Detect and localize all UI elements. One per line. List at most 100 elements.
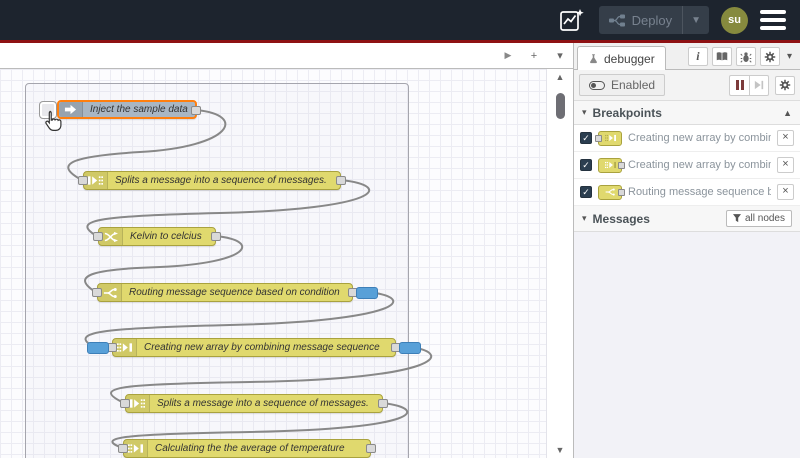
breakpoint-row[interactable]: Routing message sequence based on condit… (574, 179, 800, 206)
remove-breakpoint-button[interactable] (777, 184, 794, 200)
output-port[interactable] (211, 232, 221, 241)
breakpoint-checkbox[interactable] (580, 132, 592, 144)
breakpoint-label: Creating new array by combining message … (628, 159, 771, 171)
assistant-button[interactable] (557, 6, 587, 34)
debugger-controls: Enabled (574, 70, 800, 101)
breakpoint-checkbox[interactable] (580, 159, 592, 171)
breakpoints-section-header[interactable]: ▾ Breakpoints ▲ (574, 101, 800, 125)
messages-title: Messages (592, 211, 650, 226)
avatar-initials: su (728, 14, 741, 26)
gear-icon (764, 51, 776, 62)
input-port[interactable] (118, 444, 128, 453)
deploy-button[interactable]: Deploy ▼ (598, 6, 709, 34)
scrollbar-thumb[interactable] (556, 93, 565, 119)
input-port[interactable] (120, 399, 130, 408)
output-port[interactable] (191, 106, 201, 115)
node-switch[interactable]: Routing message sequence based on condit… (92, 283, 378, 302)
node-inject[interactable]: Inject the sample data (57, 100, 201, 119)
sidebar-tab-list-icon[interactable]: ▾ (784, 51, 795, 62)
switch-node-output-icon (598, 184, 625, 200)
funnel-icon (732, 214, 741, 223)
breakpoint-label: Routing message sequence based on condit… (628, 186, 771, 198)
node-label: Calculating the the average of temperatu… (155, 443, 345, 454)
input-port[interactable] (78, 176, 88, 185)
header-bar: Deploy ▼ su (0, 0, 800, 40)
flow-editor: ▶ + ▾ Inject the sample data Splits a me… (0, 43, 573, 458)
messages-section-header[interactable]: ▾ Messages all nodes (574, 206, 800, 232)
tab-label: debugger (604, 51, 655, 66)
canvas-vertical-scrollbar[interactable]: ▲ ▼ (546, 69, 573, 458)
deploy-main[interactable]: Deploy (599, 13, 682, 28)
enabled-label: Enabled (611, 78, 656, 92)
node-red-app: Deploy ▼ su ▶ + ▾ Inject the sample data… (0, 0, 800, 458)
workspace-canvas[interactable]: Inject the sample data Splits a message … (0, 69, 546, 458)
config-tab-button[interactable] (759, 47, 780, 66)
breakpoints-title: Breakpoints (592, 105, 662, 120)
main-menu-icon[interactable] (760, 10, 786, 30)
book-icon (716, 52, 728, 61)
info-tab-button[interactable]: i (687, 47, 708, 66)
node-split-1[interactable]: Splits a message into a sequence of mess… (78, 171, 346, 190)
node-label: Inject the sample data (90, 104, 188, 115)
debugger-enabled-toggle[interactable]: Enabled (579, 74, 666, 96)
chevron-down-icon: ▾ (582, 107, 587, 117)
help-tab-button[interactable] (711, 47, 732, 66)
node-label: Splits a message into a sequence of mess… (115, 175, 327, 186)
breakpoint-row[interactable]: Creating new array by combining message … (574, 152, 800, 179)
breakpoint-label: Creating new array by combining message … (628, 132, 771, 144)
add-flow-button[interactable]: + (521, 43, 547, 68)
deploy-options-caret[interactable]: ▼ (682, 6, 709, 34)
tab-scroll-right-icon[interactable]: ▶ (495, 43, 521, 68)
output-port[interactable] (336, 176, 346, 185)
debugger-settings-button[interactable] (775, 75, 795, 95)
remove-breakpoint-button[interactable] (777, 157, 794, 173)
debug-tab-button[interactable] (735, 47, 756, 66)
step-icon (754, 80, 764, 90)
node-label: Creating new array by combining message … (144, 342, 380, 353)
node-split-2[interactable]: Splits a message into a sequence of mess… (120, 394, 388, 413)
node-label: Splits a message into a sequence of mess… (157, 398, 369, 409)
flow-list-icon[interactable]: ▾ (547, 43, 573, 68)
user-avatar[interactable]: su (721, 6, 748, 34)
filter-label: all nodes (744, 213, 785, 224)
chevron-down-icon: ▾ (582, 213, 587, 223)
messages-empty-area (574, 232, 800, 458)
sidebar: debugger i ▾ Enabled ▾ Breakpoints ▲ ✓ C… (573, 43, 800, 458)
input-port[interactable] (92, 288, 102, 297)
info-icon: i (696, 49, 700, 63)
node-change[interactable]: Kelvin to celcius (93, 227, 221, 246)
bug-icon (740, 51, 752, 63)
input-port[interactable] (93, 232, 103, 241)
inject-icon (59, 102, 83, 117)
pause-button[interactable] (729, 74, 749, 96)
node-label: Routing message sequence based on condit… (129, 287, 340, 298)
breakpoint-marker-output[interactable] (356, 287, 378, 299)
node-join-1[interactable]: Creating new array by combining message … (87, 338, 421, 357)
join-node-output-icon (598, 157, 625, 173)
deploy-label: Deploy (631, 12, 673, 28)
scroll-up-icon[interactable]: ▲ (556, 72, 565, 82)
pause-icon (735, 80, 744, 90)
remove-breakpoint-button[interactable] (777, 130, 794, 146)
gear-icon (779, 79, 791, 91)
node-join-2[interactable]: Calculating the the average of temperatu… (118, 439, 376, 458)
breakpoint-marker-input[interactable] (87, 342, 109, 354)
breakpoint-marker-output[interactable] (399, 342, 421, 354)
output-port[interactable] (366, 444, 376, 453)
message-filter-button[interactable]: all nodes (725, 210, 792, 227)
flow-sparkle-icon (559, 9, 584, 31)
breakpoint-row[interactable]: Creating new array by combining message … (574, 125, 800, 152)
workspace-tabbar: ▶ + ▾ (0, 43, 573, 69)
node-label: Kelvin to celcius (130, 231, 202, 242)
flask-icon (590, 53, 597, 63)
breakpoint-checkbox[interactable] (580, 186, 592, 198)
tab-debugger[interactable]: debugger (577, 46, 666, 70)
inject-trigger-button[interactable] (39, 101, 57, 119)
join-node-input-icon (595, 130, 622, 146)
scroll-down-icon[interactable]: ▼ (556, 445, 565, 455)
output-port[interactable] (378, 399, 388, 408)
toggle-icon (589, 80, 605, 90)
deploy-icon (608, 14, 625, 26)
step-button[interactable] (749, 74, 769, 96)
scroll-up-icon[interactable]: ▲ (783, 108, 792, 118)
